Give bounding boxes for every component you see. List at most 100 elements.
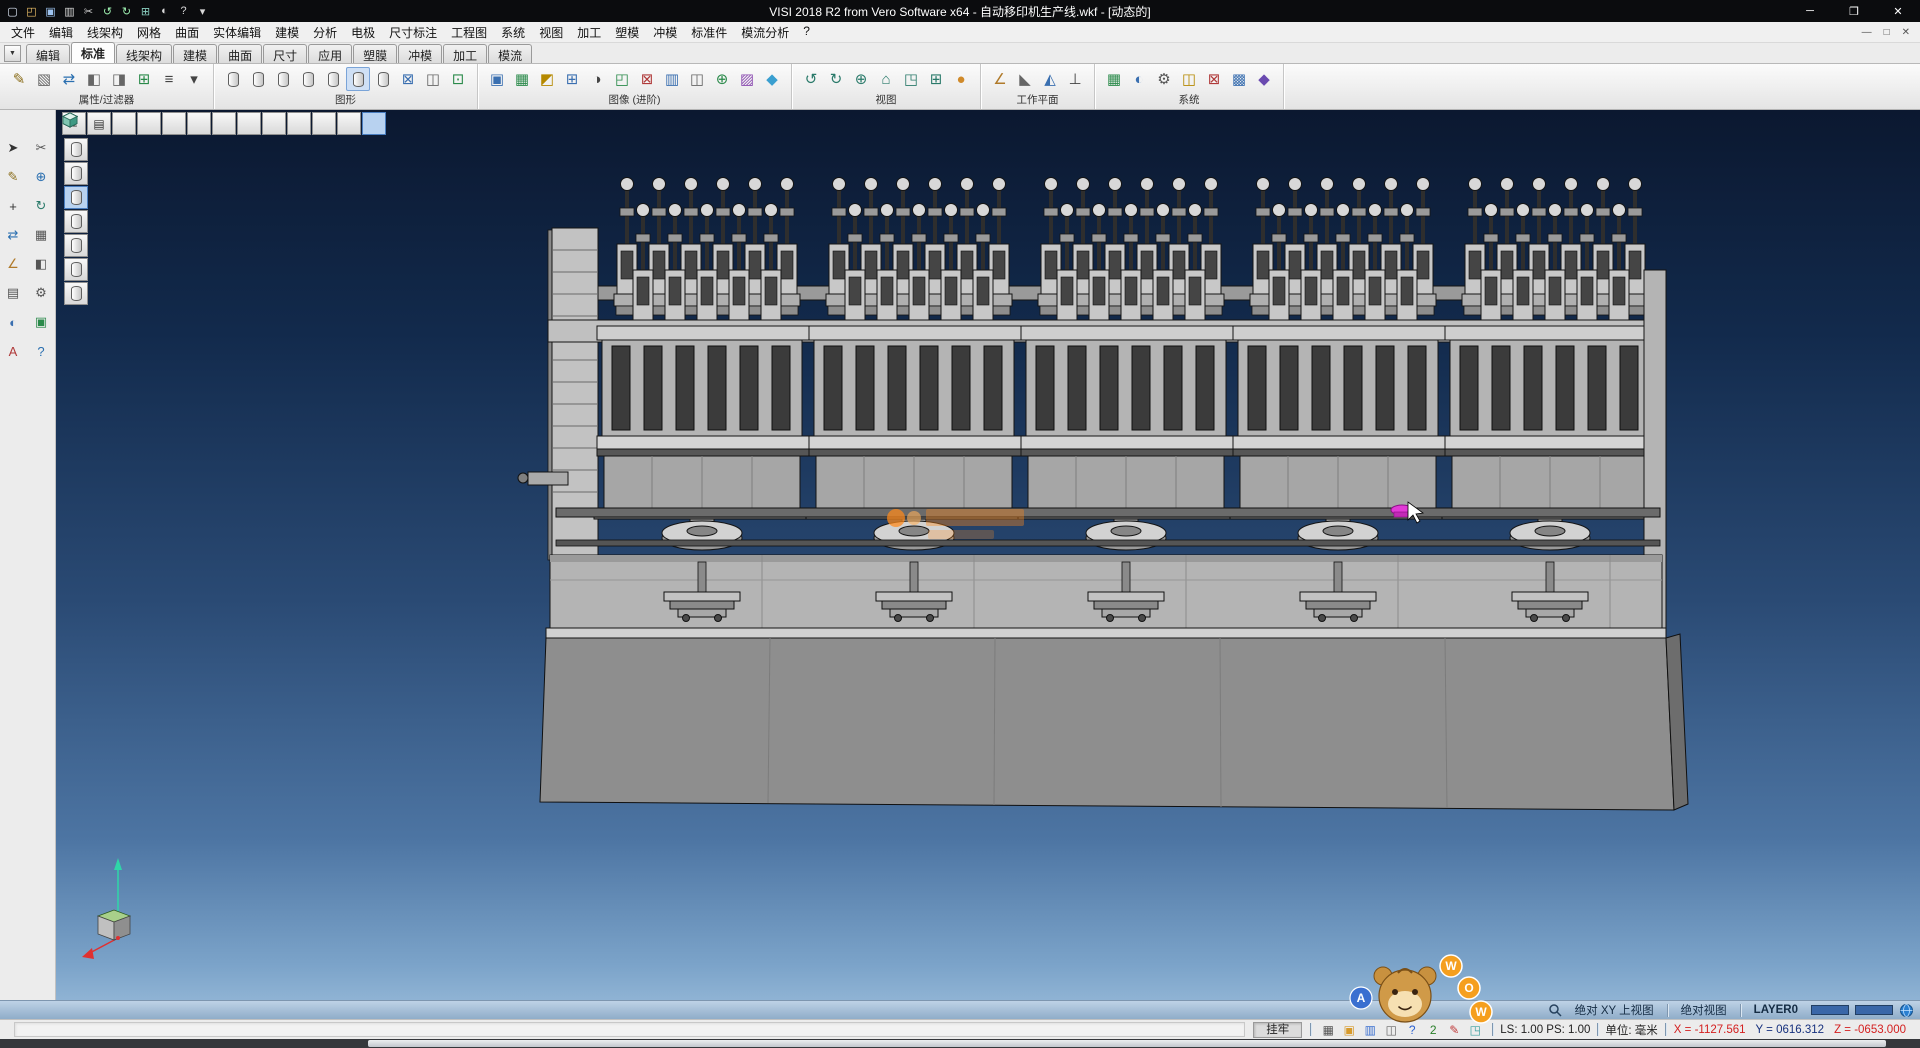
quick-access-dropdown-icon[interactable]: ▾ (194, 2, 211, 20)
tab-建模[interactable]: 建模 (173, 44, 217, 63)
background-icon[interactable]: ▥ (660, 67, 684, 91)
filter-left-icon[interactable]: ◧ (82, 67, 106, 91)
menu-item-编辑[interactable]: 编辑 (42, 22, 80, 43)
solid-display-2-icon[interactable] (246, 67, 270, 91)
menu-item-视图[interactable]: 视图 (532, 22, 570, 43)
view-cube-right-icon[interactable] (162, 112, 186, 135)
multi-view-icon[interactable]: ⊞ (924, 67, 948, 91)
solid-display-5-icon[interactable] (321, 67, 345, 91)
view-cube-back-icon[interactable] (212, 112, 236, 135)
workplane-3pt-icon[interactable]: ◭ (1038, 67, 1062, 91)
menu-item-标准件[interactable]: 标准件 (684, 22, 734, 43)
maximize-button[interactable]: ❐ (1832, 0, 1876, 22)
tab-标准[interactable]: 标准 (71, 42, 115, 63)
mdi-close-icon[interactable]: ✕ (1902, 27, 1910, 38)
menu-item-实体编辑[interactable]: 实体编辑 (206, 22, 268, 43)
clip-icon[interactable]: ⊠ (635, 67, 659, 91)
shade-toggle-icon[interactable]: ◐ (1, 310, 25, 334)
shaded-icon[interactable]: ⊡ (446, 67, 470, 91)
solid-display-6-icon[interactable] (371, 67, 395, 91)
globe-icon[interactable] (1899, 1003, 1914, 1018)
shadow-icon[interactable]: ◑ (585, 67, 609, 91)
transparency-icon[interactable]: ▨ (735, 67, 759, 91)
compare-icon[interactable]: ◫ (685, 67, 709, 91)
home-view-icon[interactable]: ⌂ (874, 67, 898, 91)
rotate-right-view-icon[interactable]: ↻ (824, 67, 848, 91)
absolute-view-label[interactable]: 绝对视图 (1674, 1002, 1734, 1018)
iso-view-icon[interactable]: ◳ (899, 67, 923, 91)
tab-曲面[interactable]: 曲面 (218, 44, 262, 63)
mdi-restore-icon[interactable]: □ (1884, 27, 1890, 38)
tab-应用[interactable]: 应用 (308, 44, 352, 63)
help-icon[interactable]: ? (175, 2, 192, 20)
gem-tool-icon[interactable]: ◆ (1252, 67, 1276, 91)
open-file-icon[interactable]: ◰ (23, 2, 40, 20)
gem-icon[interactable]: ◆ (760, 67, 784, 91)
snap-toggle[interactable]: 挂牢 (1253, 1022, 1302, 1038)
search-icon[interactable] (1548, 1003, 1562, 1017)
scrollbar-thumb[interactable] (368, 1040, 1886, 1047)
menu-item-模流分析[interactable]: 模流分析 (734, 22, 796, 43)
mdi-minimize-icon[interactable]: ― (1862, 27, 1872, 38)
solid-display-4-icon[interactable] (296, 67, 320, 91)
tab-overflow-button[interactable]: ▼ (4, 45, 21, 62)
layers-icon[interactable]: ◫ (1177, 67, 1201, 91)
undo-icon[interactable]: ↺ (99, 2, 116, 20)
close-button[interactable]: ✕ (1876, 0, 1920, 22)
display-style-1-icon[interactable] (64, 138, 88, 161)
rotate-left-view-icon[interactable]: ↺ (799, 67, 823, 91)
view-cube-left-icon[interactable] (187, 112, 211, 135)
grid-settings-icon[interactable]: ▦ (1102, 67, 1126, 91)
display-style-6-icon[interactable] (64, 282, 88, 305)
display-mode-icon[interactable]: ◐ (1127, 67, 1151, 91)
zoom-extents-icon[interactable]: ⊕ (849, 67, 873, 91)
array-icon[interactable]: ▦ (29, 223, 53, 247)
pen-color-swatch[interactable] (1855, 1005, 1893, 1015)
minimize-button[interactable]: ─ (1788, 0, 1832, 22)
view-cube-current-icon[interactable] (362, 112, 386, 135)
view-cube-iso4-icon[interactable] (337, 112, 361, 135)
menu-item-尺寸标注[interactable]: 尺寸标注 (382, 22, 444, 43)
swap-filter-icon[interactable]: ⇄ (57, 67, 81, 91)
print-icon[interactable]: ▥ (61, 2, 78, 20)
tab-尺寸[interactable]: 尺寸 (263, 44, 307, 63)
solid-display-1-icon[interactable] (221, 67, 245, 91)
view-cube-iso2-icon[interactable] (287, 112, 311, 135)
system-settings-icon[interactable]: ⚙ (1152, 67, 1176, 91)
list-icon[interactable]: ▤ (1, 281, 25, 305)
copy-attributes-icon[interactable]: ▧ (32, 67, 56, 91)
redo-icon[interactable]: ↻ (118, 2, 135, 20)
solid-display-active-icon[interactable] (346, 67, 370, 91)
menu-item-网格[interactable]: 网格 (130, 22, 168, 43)
render-icon[interactable]: ▣ (485, 67, 509, 91)
tab-线架构[interactable]: 线架构 (116, 44, 172, 63)
menu-item-系统[interactable]: 系统 (494, 22, 532, 43)
display-style-5-icon[interactable] (64, 258, 88, 281)
display-style-active-icon[interactable] (64, 186, 88, 209)
light-icon[interactable]: ⊞ (560, 67, 584, 91)
display-style-4-icon[interactable] (64, 234, 88, 257)
edit-attributes-icon[interactable]: ✎ (7, 67, 31, 91)
text-icon[interactable]: A (1, 339, 25, 363)
measure-icon[interactable]: ∠ (1, 252, 25, 276)
tab-塑膜[interactable]: 塑膜 (353, 44, 397, 63)
hatch-icon[interactable]: ▩ (1227, 67, 1251, 91)
menu-item-冲模[interactable]: 冲模 (646, 22, 684, 43)
texture-icon[interactable]: ▦ (510, 67, 534, 91)
select-icon[interactable]: ➤ (1, 136, 25, 160)
merge-icon[interactable]: ⊕ (710, 67, 734, 91)
filter-right-icon[interactable]: ◨ (107, 67, 131, 91)
filter-dropdown-icon[interactable]: ▾ (182, 67, 206, 91)
mirror-icon[interactable]: ⇄ (1, 223, 25, 247)
layer-color-swatch[interactable] (1811, 1005, 1849, 1015)
active-layer-label[interactable]: LAYER0 (1747, 1004, 1805, 1016)
context-help-icon[interactable]: ? (29, 339, 53, 363)
menu-item-线架构[interactable]: 线架构 (80, 22, 130, 43)
view-cube-iso1-icon[interactable] (262, 112, 286, 135)
horizontal-scrollbar[interactable] (0, 1039, 1920, 1048)
join-icon[interactable]: ⊕ (29, 165, 53, 189)
menu-item-文件[interactable]: 文件 (4, 22, 42, 43)
options-icon[interactable]: ⚙ (29, 281, 53, 305)
view-cube-front-icon[interactable] (137, 112, 161, 135)
wireframe-icon[interactable]: ⊠ (396, 67, 420, 91)
